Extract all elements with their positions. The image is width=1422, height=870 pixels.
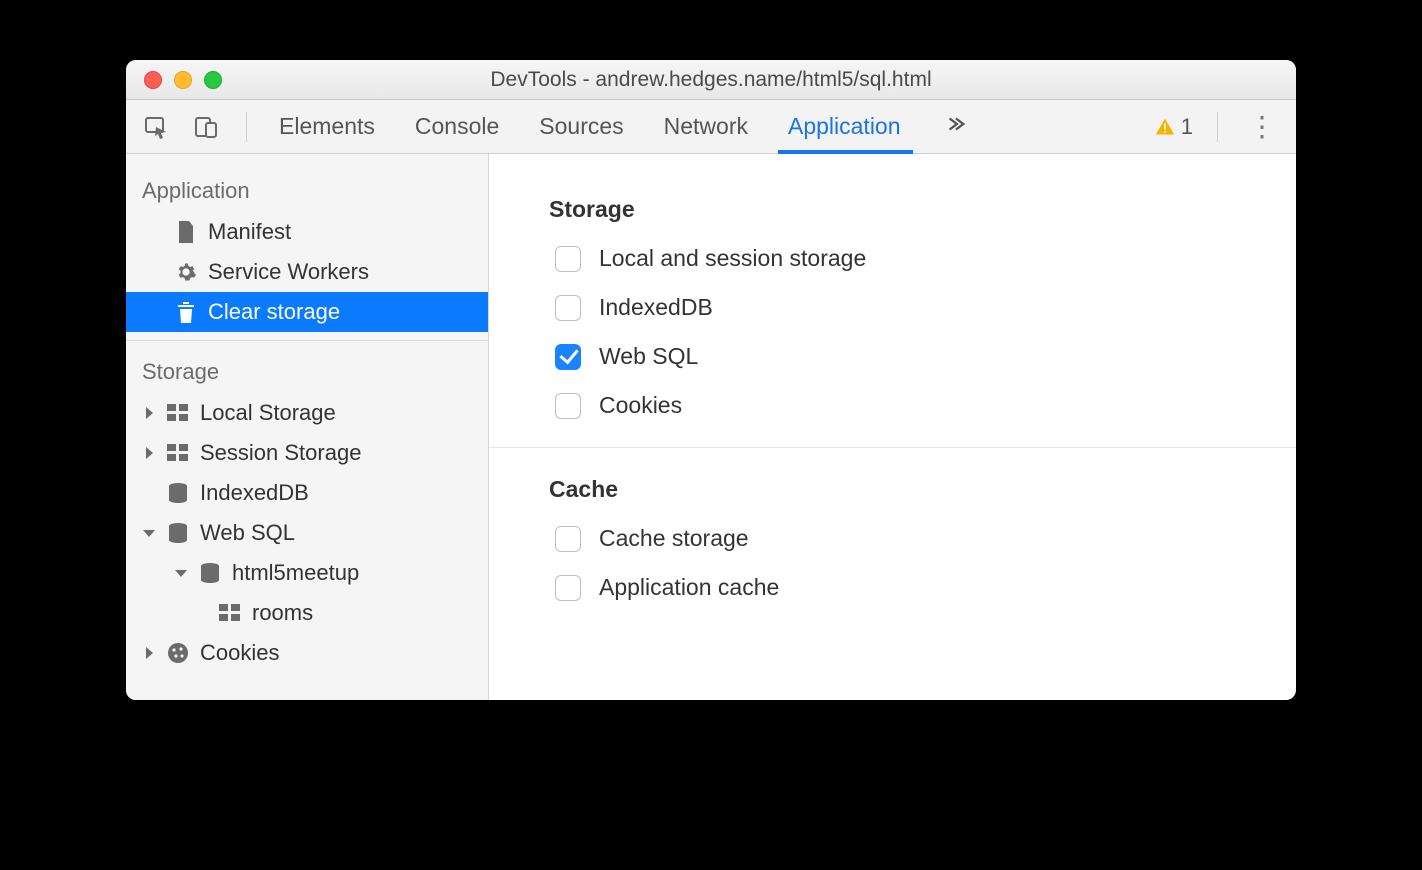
devtools-tabs: Elements Console Sources Network Applica… xyxy=(277,101,967,152)
option-label: Cookies xyxy=(599,392,682,419)
sidebar-item-label: Clear storage xyxy=(208,299,340,325)
sidebar-item-service-workers[interactable]: Service Workers xyxy=(126,252,488,292)
option-cache-storage[interactable]: Cache storage xyxy=(555,525,1226,552)
chevron-down-icon[interactable] xyxy=(174,568,188,578)
tab-elements[interactable]: Elements xyxy=(277,101,377,152)
chevron-right-icon[interactable] xyxy=(142,447,156,459)
trash-icon xyxy=(174,301,198,323)
titlebar: DevTools - andrew.hedges.name/html5/sql.… xyxy=(126,60,1296,100)
settings-menu-icon[interactable]: ⋮ xyxy=(1242,113,1282,141)
option-label: Application cache xyxy=(599,574,779,601)
option-cookies[interactable]: Cookies xyxy=(555,392,1226,419)
sidebar-item-label: Cookies xyxy=(200,640,279,666)
minimize-window-button[interactable] xyxy=(174,71,192,89)
option-indexeddb[interactable]: IndexedDB xyxy=(555,294,1226,321)
sidebar-item-web-sql[interactable]: Web SQL xyxy=(126,513,488,553)
sidebar-item-label: rooms xyxy=(252,600,313,626)
option-label: Local and session storage xyxy=(599,245,866,272)
window-title: DevTools - andrew.hedges.name/html5/sql.… xyxy=(126,68,1296,92)
separator xyxy=(1217,112,1218,142)
chevron-right-icon[interactable] xyxy=(142,407,156,419)
inspect-element-icon[interactable] xyxy=(140,111,172,143)
zoom-window-button[interactable] xyxy=(204,71,222,89)
section-title: Storage xyxy=(549,196,1226,223)
traffic-lights xyxy=(126,71,222,89)
checkbox[interactable] xyxy=(555,344,581,370)
option-local-session-storage[interactable]: Local and session storage xyxy=(555,245,1226,272)
sidebar-group-storage: Storage xyxy=(126,349,488,393)
sidebar-item-label: Local Storage xyxy=(200,400,336,426)
sidebar-group-application: Application xyxy=(126,168,488,212)
cache-section: Cache Cache storage Application cache xyxy=(489,447,1296,629)
sidebar-item-label: Session Storage xyxy=(200,440,361,466)
cookie-icon xyxy=(166,642,190,664)
section-title: Cache xyxy=(549,476,1226,503)
sidebar-item-local-storage[interactable]: Local Storage xyxy=(126,393,488,433)
tab-network[interactable]: Network xyxy=(662,101,750,152)
sidebar-item-clear-storage[interactable]: Clear storage xyxy=(126,292,488,332)
sidebar-item-label: Manifest xyxy=(208,219,291,245)
option-application-cache[interactable]: Application cache xyxy=(555,574,1226,601)
option-label: Cache storage xyxy=(599,525,749,552)
checkbox[interactable] xyxy=(555,575,581,601)
table-icon xyxy=(166,444,190,462)
sidebar-item-cookies[interactable]: Cookies xyxy=(126,633,488,673)
database-icon xyxy=(166,522,190,544)
checkbox[interactable] xyxy=(555,393,581,419)
gear-icon xyxy=(174,261,198,283)
devtools-window: DevTools - andrew.hedges.name/html5/sql.… xyxy=(126,60,1296,700)
sidebar-item-label: IndexedDB xyxy=(200,480,309,506)
checkbox[interactable] xyxy=(555,295,581,321)
application-sidebar: Application Manifest Service Workers Cle… xyxy=(126,154,489,700)
device-toggle-icon[interactable] xyxy=(190,111,222,143)
warnings-count: 1 xyxy=(1181,114,1193,140)
database-icon xyxy=(198,562,222,584)
storage-section: Storage Local and session storage Indexe… xyxy=(489,154,1296,447)
close-window-button[interactable] xyxy=(144,71,162,89)
sidebar-item-label: html5meetup xyxy=(232,560,359,586)
sidebar-item-web-sql-table[interactable]: rooms xyxy=(126,593,488,633)
checkbox[interactable] xyxy=(555,526,581,552)
sidebar-item-session-storage[interactable]: Session Storage xyxy=(126,433,488,473)
separator xyxy=(246,112,247,142)
sidebar-item-label: Web SQL xyxy=(200,520,295,546)
option-web-sql[interactable]: Web SQL xyxy=(555,343,1226,370)
devtools-body: Application Manifest Service Workers Cle… xyxy=(126,154,1296,700)
tab-application[interactable]: Application xyxy=(786,101,903,152)
document-icon xyxy=(174,221,198,243)
tab-sources[interactable]: Sources xyxy=(537,101,625,152)
option-label: IndexedDB xyxy=(599,294,713,321)
clear-storage-panel: Storage Local and session storage Indexe… xyxy=(489,154,1296,700)
devtools-tabbar: Elements Console Sources Network Applica… xyxy=(126,100,1296,154)
tab-console[interactable]: Console xyxy=(413,101,501,152)
checkbox[interactable] xyxy=(555,246,581,272)
table-icon xyxy=(218,604,242,622)
database-icon xyxy=(166,482,190,504)
tabs-overflow-icon[interactable] xyxy=(945,111,967,142)
warnings-indicator[interactable]: 1 xyxy=(1155,114,1193,140)
table-icon xyxy=(166,404,190,422)
chevron-down-icon[interactable] xyxy=(142,528,156,538)
sidebar-item-indexeddb[interactable]: IndexedDB xyxy=(126,473,488,513)
sidebar-item-label: Service Workers xyxy=(208,259,369,285)
option-label: Web SQL xyxy=(599,343,698,370)
sidebar-item-web-sql-database[interactable]: html5meetup xyxy=(126,553,488,593)
sidebar-item-manifest[interactable]: Manifest xyxy=(126,212,488,252)
chevron-right-icon[interactable] xyxy=(142,647,156,659)
